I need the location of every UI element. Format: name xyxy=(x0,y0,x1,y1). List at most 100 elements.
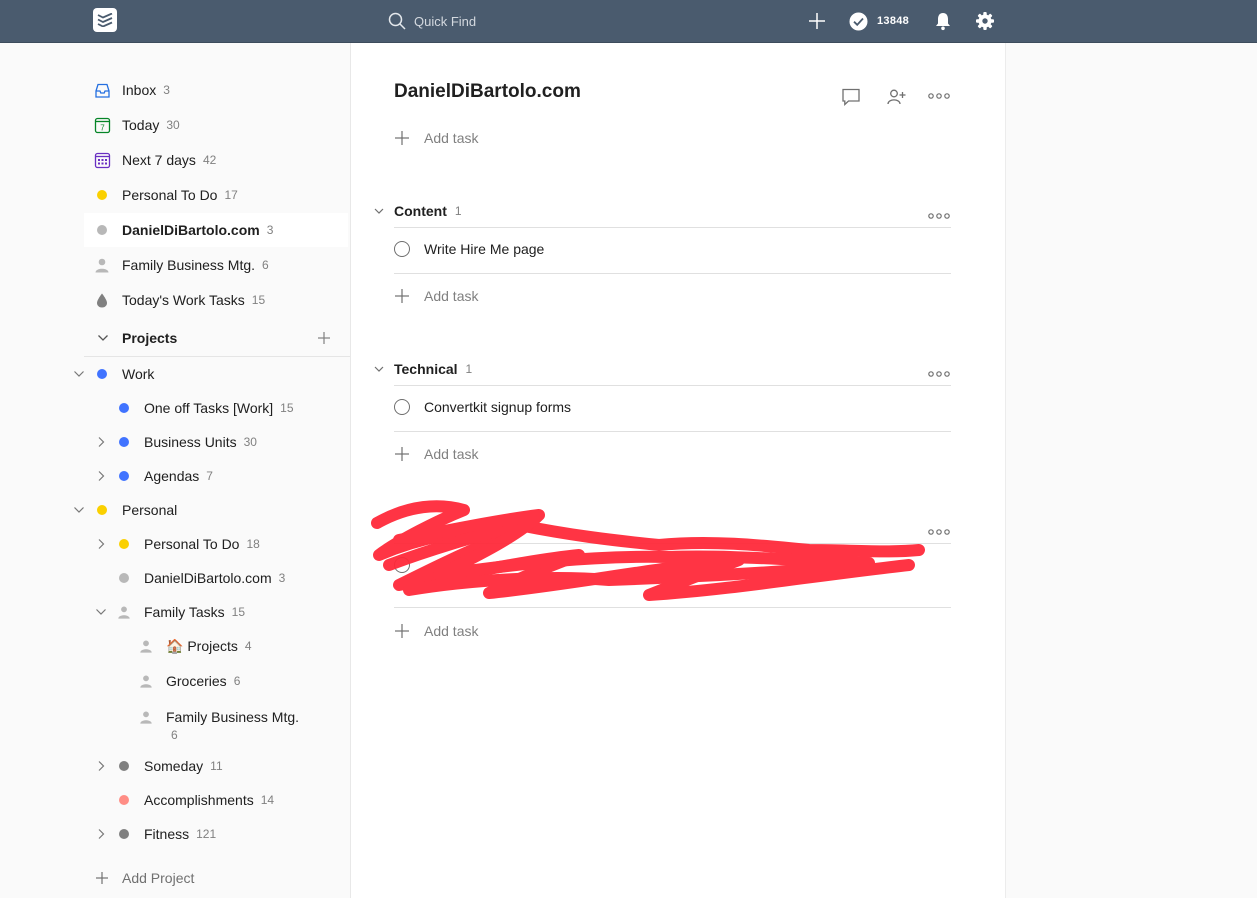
add-task-button[interactable]: Add task xyxy=(394,282,478,310)
person-icon xyxy=(140,675,152,688)
plus-icon xyxy=(96,872,108,884)
project-item-someday[interactable]: Someday 11 xyxy=(62,749,350,783)
project-item-personal-to-do[interactable]: Personal To Do 18 xyxy=(62,527,350,561)
right-empty-pane xyxy=(1005,43,1257,898)
sidebar-item-inbox[interactable]: Inbox 3 xyxy=(84,73,350,107)
dot-icon xyxy=(119,573,129,583)
project-item-work[interactable]: Work xyxy=(62,357,350,391)
project-count: 15 xyxy=(231,605,246,619)
project-label: One off Tasks [Work] xyxy=(144,400,274,416)
chevron-right-icon[interactable] xyxy=(95,470,107,482)
add-task-button[interactable]: Add task xyxy=(394,124,478,152)
task-row[interactable]: Convertkit signup forms xyxy=(394,385,951,429)
project-label: Family Tasks xyxy=(144,604,225,620)
chevron-down-icon[interactable] xyxy=(95,606,107,618)
add-task-button[interactable]: Add task xyxy=(394,617,478,645)
sidebar-item-next-7-days[interactable]: Next 7 days 42 xyxy=(84,143,350,177)
sidebar-item-count: 3 xyxy=(163,83,170,97)
project-item-family-business-mtg[interactable]: Family Business Mtg. 6 xyxy=(62,699,350,742)
chevron-right-icon[interactable] xyxy=(95,828,107,840)
task-row[interactable]: Write Hire Me page xyxy=(394,227,951,271)
sidebar-item-label: Next 7 days xyxy=(122,152,196,168)
more-options-icon[interactable] xyxy=(928,211,950,221)
project-label: Business Units xyxy=(144,434,237,450)
project-count: 121 xyxy=(196,827,217,841)
project-count: 7 xyxy=(206,469,213,483)
project-label: Family Business Mtg. xyxy=(166,709,300,725)
project-count: 4 xyxy=(244,639,252,653)
more-options-icon[interactable] xyxy=(928,369,950,379)
quick-find-search[interactable]: Quick Find xyxy=(388,11,638,31)
project-item-one-off-tasks-work[interactable]: One off Tasks [Work] 15 xyxy=(62,391,350,425)
add-task-label: Add task xyxy=(424,288,479,304)
chevron-right-icon[interactable] xyxy=(95,436,107,448)
calendar-today-icon: 7 xyxy=(94,117,111,133)
karma-productivity-button[interactable]: 13848 xyxy=(849,11,909,31)
project-item-danieldibartolo-com[interactable]: DanielDiBartolo.com 3 xyxy=(62,561,350,595)
section-count: 1 xyxy=(454,204,462,218)
plus-icon xyxy=(395,289,409,303)
project-item-personal[interactable]: Personal xyxy=(62,493,350,527)
todoist-logo-icon[interactable] xyxy=(93,8,117,32)
sidebar-item-label: Inbox xyxy=(122,82,157,98)
project-count: 6 xyxy=(171,728,178,742)
more-options-icon[interactable] xyxy=(928,527,950,537)
section-header-content[interactable]: Content 1 xyxy=(373,197,951,225)
page-title: DanielDiBartolo.com xyxy=(394,81,581,102)
project-count: 6 xyxy=(233,674,241,688)
chevron-down-icon[interactable] xyxy=(373,205,385,217)
person-icon xyxy=(140,640,152,653)
project-item-fitness[interactable]: Fitness 121 xyxy=(62,817,350,851)
add-task-plus-icon[interactable] xyxy=(807,11,827,31)
project-label: Fitness xyxy=(144,826,190,842)
task-checkbox[interactable] xyxy=(394,399,410,415)
project-item-accomplishments[interactable]: Accomplishments 14 xyxy=(62,783,350,817)
project-count: 18 xyxy=(246,537,260,551)
project-item-house-projects[interactable]: 🏠 Projects 4 xyxy=(62,629,350,663)
add-task-button[interactable]: Add task xyxy=(394,440,478,468)
project-count: 14 xyxy=(260,793,275,807)
add-project-label: Add Project xyxy=(122,870,195,886)
project-item-family-tasks[interactable]: Family Tasks 15 xyxy=(62,595,350,629)
chevron-down-icon[interactable] xyxy=(73,368,85,380)
sidebar-item-label: Today's Work Tasks xyxy=(122,292,245,308)
redaction-scribble xyxy=(371,500,925,601)
comment-icon[interactable] xyxy=(840,86,862,108)
task-title: Write Hire Me page xyxy=(424,241,545,257)
task-checkbox[interactable] xyxy=(394,241,410,257)
chevron-down-icon[interactable] xyxy=(373,363,385,375)
chevron-right-icon[interactable] xyxy=(95,760,107,772)
chevron-down-icon xyxy=(98,335,108,341)
projects-header[interactable]: Projects xyxy=(84,321,350,355)
section-header-technical[interactable]: Technical 1 xyxy=(373,355,951,383)
add-project-plus-icon[interactable] xyxy=(317,331,331,345)
sidebar-item-count: 30 xyxy=(166,118,180,132)
project-item-agendas[interactable]: Agendas 7 xyxy=(62,459,350,493)
project-item-business-units[interactable]: Business Units 30 xyxy=(62,425,350,459)
plus-icon xyxy=(395,624,409,638)
bell-icon[interactable] xyxy=(933,11,953,31)
project-count: 15 xyxy=(280,401,294,415)
sidebar-item-family-business-mtg[interactable]: Family Business Mtg. 6 xyxy=(84,248,350,282)
project-label: Personal To Do xyxy=(144,536,240,552)
project-count: 11 xyxy=(210,759,223,773)
drop-icon xyxy=(97,293,107,307)
share-add-person-icon[interactable] xyxy=(885,86,907,108)
sidebar-item-todays-work-tasks[interactable]: Today's Work Tasks 15 xyxy=(84,283,350,317)
more-options-icon[interactable] xyxy=(928,91,950,101)
task-divider xyxy=(394,273,951,274)
add-task-label: Add task xyxy=(424,623,479,639)
sidebar-item-today[interactable]: 7 Today 30 xyxy=(84,108,350,142)
projects-header-label: Projects xyxy=(122,330,178,346)
add-project-button[interactable]: Add Project xyxy=(84,861,350,895)
sidebar-item-personal-to-do[interactable]: Personal To Do 17 xyxy=(84,178,350,212)
karma-score: 13848 xyxy=(877,15,910,27)
dot-icon xyxy=(119,539,129,549)
sidebar-item-danieldibartolo-com[interactable]: DanielDiBartolo.com 3 xyxy=(84,213,348,247)
chevron-down-icon[interactable] xyxy=(73,504,85,516)
project-item-groceries[interactable]: Groceries 6 xyxy=(62,664,350,698)
sidebar-item-count: 6 xyxy=(262,258,269,272)
gear-icon[interactable] xyxy=(975,11,995,31)
calendar-week-icon xyxy=(94,152,111,168)
chevron-right-icon[interactable] xyxy=(95,538,107,550)
